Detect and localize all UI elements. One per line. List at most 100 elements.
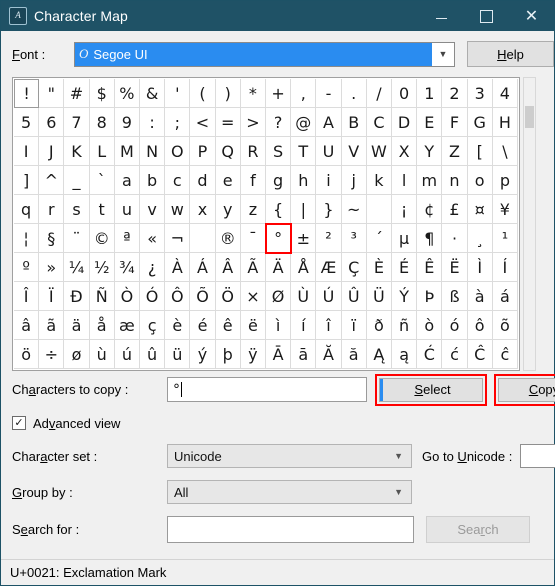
character-cell[interactable]: 1 [417, 79, 443, 108]
character-cell[interactable]: ) [215, 79, 241, 108]
character-cell[interactable]: E [417, 108, 443, 137]
character-cell[interactable]: æ [114, 311, 140, 340]
character-cell[interactable]: Ï [39, 282, 65, 311]
character-cell[interactable]: j [341, 166, 367, 195]
character-cell[interactable]: { [266, 195, 292, 224]
character-cell[interactable]: ö [14, 340, 40, 369]
character-cell[interactable]: ú [114, 340, 140, 369]
character-cell[interactable]: ą [392, 340, 418, 369]
character-cell[interactable]: Ò [114, 282, 140, 311]
character-cell[interactable]: Á [190, 253, 216, 282]
character-cell[interactable]: Ù [291, 282, 317, 311]
character-cell[interactable]: Ĉ [467, 340, 493, 369]
character-cell[interactable]: # [64, 79, 90, 108]
advanced-view-label[interactable]: Advanced view [33, 416, 120, 431]
character-cell[interactable]: À [165, 253, 191, 282]
character-cell[interactable]: ' [165, 79, 191, 108]
character-cell[interactable]: Å [291, 253, 317, 282]
character-cell[interactable]: ì [266, 311, 292, 340]
character-cell[interactable]: Ã [240, 253, 266, 282]
character-cell[interactable]: à [467, 282, 493, 311]
character-cell[interactable]: T [291, 137, 317, 166]
character-cell[interactable]: n [442, 166, 468, 195]
character-cell[interactable]: ; [165, 108, 191, 137]
character-grid[interactable]: ! " # $% & '() * +, -./0 1 2 3 4 5 6 7 8 9:; < = >? @ A B C D E F G H… [14, 79, 518, 369]
character-cell[interactable]: h [291, 166, 317, 195]
character-cell[interactable]: å [89, 311, 115, 340]
goto-unicode-input[interactable] [520, 444, 555, 468]
character-cell[interactable]: I [14, 137, 40, 166]
character-cell[interactable]: & [140, 79, 166, 108]
character-cell[interactable]: ā [291, 340, 317, 369]
character-cell[interactable]: ` [89, 166, 115, 195]
character-cell[interactable]: S [266, 137, 292, 166]
character-cell[interactable]: Ø [266, 282, 292, 311]
character-cell[interactable]: ² [316, 224, 342, 253]
character-cell[interactable]: · [442, 224, 468, 253]
vertical-scrollbar[interactable] [523, 77, 536, 371]
character-cell[interactable]: ü [165, 340, 191, 369]
character-cell[interactable]: õ [492, 311, 518, 340]
advanced-view-checkbox[interactable]: ✓ [12, 416, 26, 430]
character-cell[interactable]: ã [39, 311, 65, 340]
character-cell[interactable]: Ä [266, 253, 292, 282]
character-cell[interactable]: « [140, 224, 166, 253]
character-cell[interactable]: ­ [190, 224, 216, 253]
character-cell[interactable]: Ó [140, 282, 166, 311]
font-combobox[interactable]: O Segoe UI ▼ [74, 41, 455, 67]
character-cell[interactable]: ê [215, 311, 241, 340]
character-cell[interactable]: | [291, 195, 317, 224]
character-cell[interactable]: ù [89, 340, 115, 369]
character-cell[interactable]: ¡ [392, 195, 418, 224]
character-cell[interactable]: þ [215, 340, 241, 369]
character-cell[interactable]: f [240, 166, 266, 195]
character-cell[interactable]: Í [492, 253, 518, 282]
character-cell[interactable]: £ [442, 195, 468, 224]
character-cell[interactable]: º [14, 253, 40, 282]
character-cell[interactable]: ¢ [417, 195, 443, 224]
character-cell[interactable]: ¼ [64, 253, 90, 282]
character-cell[interactable]: Æ [316, 253, 342, 282]
character-cell[interactable]: L [89, 137, 115, 166]
character-cell[interactable]: o [467, 166, 493, 195]
character-cell[interactable]: z [240, 195, 266, 224]
help-button[interactable]: Help [467, 41, 554, 67]
character-cell[interactable]: ÿ [240, 340, 266, 369]
character-cell[interactable]: ? [266, 108, 292, 137]
character-cell[interactable]: Q [215, 137, 241, 166]
character-cell[interactable]: } [316, 195, 342, 224]
character-cell[interactable]: 7 [64, 108, 90, 137]
character-cell[interactable]: x [190, 195, 216, 224]
character-cell[interactable]: ø [64, 340, 90, 369]
character-cell[interactable]: È [366, 253, 392, 282]
character-cell[interactable]: Ð [64, 282, 90, 311]
character-cell[interactable]: ĉ [492, 340, 518, 369]
character-cell[interactable]: O [165, 137, 191, 166]
character-cell[interactable]: W [366, 137, 392, 166]
search-input[interactable] [167, 515, 414, 543]
character-cell[interactable]: Z [442, 137, 468, 166]
character-cell[interactable]: Ą [366, 340, 392, 369]
character-cell[interactable]: ð [366, 311, 392, 340]
character-cell[interactable]: ¯ [240, 224, 266, 253]
maximize-button[interactable] [464, 1, 509, 31]
character-cell[interactable]: Ì [467, 253, 493, 282]
character-cell[interactable]: ¤ [467, 195, 493, 224]
character-cell[interactable]: y [215, 195, 241, 224]
character-cell[interactable]: a [114, 166, 140, 195]
character-cell[interactable]: ¦ [14, 224, 40, 253]
character-cell[interactable]: § [39, 224, 65, 253]
characters-to-copy-input[interactable]: ° [167, 377, 367, 402]
character-cell[interactable]: F [442, 108, 468, 137]
character-cell[interactable]: " [39, 79, 65, 108]
character-cell[interactable]: © [89, 224, 115, 253]
character-cell[interactable]: í [291, 311, 317, 340]
character-cell[interactable]: î [316, 311, 342, 340]
character-cell[interactable]: Ö [215, 282, 241, 311]
character-cell[interactable]: û [140, 340, 166, 369]
character-cell[interactable]: ô [467, 311, 493, 340]
character-cell[interactable]: ½ [89, 253, 115, 282]
search-button[interactable]: Sea r ch [426, 515, 530, 543]
character-cell[interactable]: 0 [392, 79, 418, 108]
character-cell[interactable]: Ć [417, 340, 443, 369]
